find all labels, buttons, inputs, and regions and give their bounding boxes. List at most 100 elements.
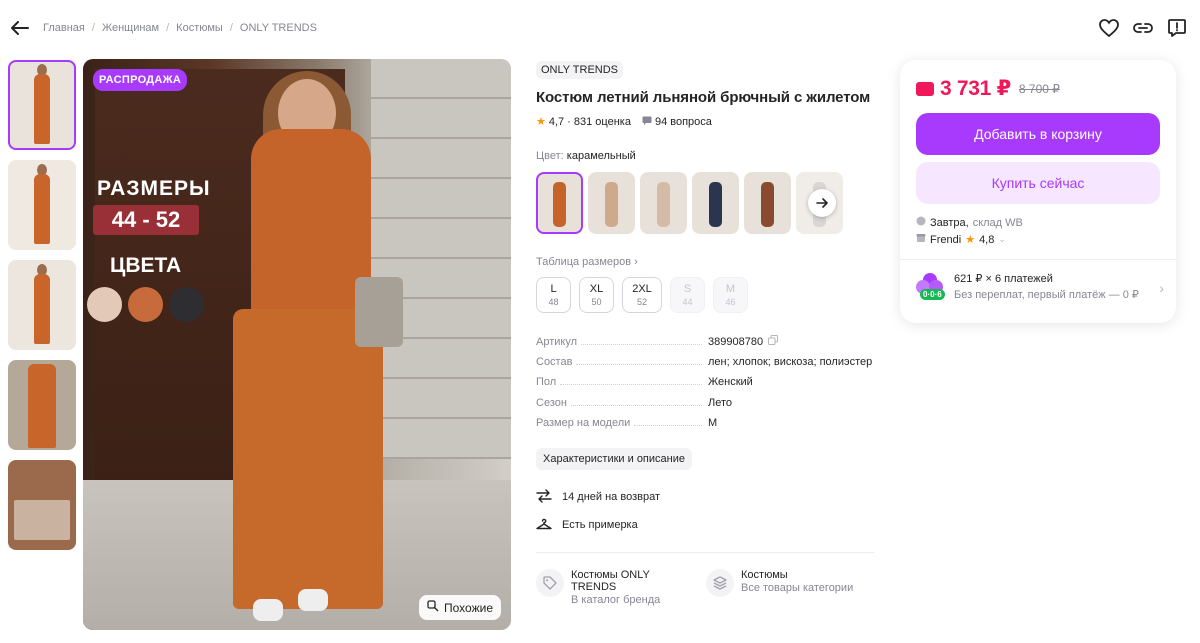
heart-icon[interactable] xyxy=(1098,17,1120,39)
color-value: карамельный xyxy=(566,150,636,162)
model-figure xyxy=(251,129,371,329)
back-arrow-icon[interactable] xyxy=(10,18,30,38)
spec-row: Артикул 389908780 xyxy=(536,335,876,356)
breadcrumb-separator: / xyxy=(166,22,170,34)
spec-list: Артикул 389908780 Состав лен; хлопок; ви… xyxy=(536,335,876,438)
similar-button[interactable]: Похожие xyxy=(419,595,501,620)
chevron-right-icon: › xyxy=(634,256,638,268)
perk-fitting: Есть примерка xyxy=(536,518,876,533)
spec-row: Пол Женский xyxy=(536,376,876,397)
color-variant[interactable] xyxy=(536,172,583,234)
promo-colors-title: ЦВЕТА xyxy=(110,254,182,277)
color-variant[interactable] xyxy=(640,172,687,234)
size-label: XL xyxy=(589,283,604,295)
size-option[interactable]: L 48 xyxy=(536,277,571,313)
size-table-link[interactable]: Таблица размеров › xyxy=(536,256,876,268)
size-ru: 46 xyxy=(725,297,736,307)
rating-row: ★ 4,7 · 831 оценка 94 вопроса xyxy=(536,115,876,129)
size-ru: 44 xyxy=(682,297,693,307)
add-to-cart-button[interactable]: Добавить в корзину xyxy=(916,113,1160,155)
tag-icon xyxy=(536,568,564,597)
chevron-down-icon: ⌄ xyxy=(998,234,1006,244)
color-variant[interactable] xyxy=(744,172,791,234)
top-actions xyxy=(1098,17,1188,39)
model-figure xyxy=(253,599,283,621)
size-option[interactable]: 2XL 52 xyxy=(622,277,662,313)
divider xyxy=(536,551,874,553)
seller-info[interactable]: Frendi ★ 4,8 ⌄ xyxy=(916,233,1160,246)
old-price: 8 700 ₽ xyxy=(1018,81,1060,96)
chevron-right-icon: › xyxy=(1159,280,1164,296)
characteristics-button[interactable]: Характеристики и описание xyxy=(536,447,692,470)
breadcrumb-women[interactable]: Женщинам xyxy=(102,22,159,34)
model-figure xyxy=(355,277,403,347)
category-title: Костюмы xyxy=(741,568,788,581)
installment-icon: 0·0·6 xyxy=(916,272,945,301)
color-label: Цвет: карамельный xyxy=(536,150,876,162)
perk-return: 14 дней на возврат xyxy=(536,488,876,506)
perk-fitting-label: Есть примерка xyxy=(562,519,638,531)
buy-card: 3 731 ₽ 8 700 ₽ Добавить в корзину Купит… xyxy=(900,60,1176,323)
color-variant[interactable] xyxy=(588,172,635,234)
thumbnail-image[interactable] xyxy=(8,260,76,350)
thumbnail-image[interactable] xyxy=(8,460,76,550)
spec-value: M xyxy=(708,417,718,429)
seller-rating: 4,8 xyxy=(979,233,995,246)
layers-icon xyxy=(706,568,734,597)
price-row: 3 731 ₽ 8 700 ₽ xyxy=(916,76,1160,101)
breadcrumb: Главная / Женщинам / Костюмы / ONLY TREN… xyxy=(43,22,317,34)
rating-count[interactable]: · 831 оценка xyxy=(567,116,631,128)
breadcrumb-separator: / xyxy=(229,22,233,34)
brand-catalog-subtitle: В каталог бренда xyxy=(571,593,661,606)
size-option-unavailable[interactable]: S 44 xyxy=(670,277,705,313)
thumbnail-image[interactable] xyxy=(8,60,76,150)
breadcrumb-suits[interactable]: Костюмы xyxy=(176,22,223,34)
installment-offer[interactable]: 0·0·6 621 ₽ × 6 платежей Без переплат, п… xyxy=(916,272,1164,301)
installment-title: 621 ₽ × 6 платежей xyxy=(954,273,1053,285)
similar-label: Похожие xyxy=(444,600,493,615)
thumbnail-image[interactable] xyxy=(8,160,76,250)
category-link[interactable]: Костюмы Все товары категории xyxy=(706,568,864,606)
link-icon[interactable] xyxy=(1132,17,1154,39)
brand-catalog-link[interactable]: Костюмы ONLY TRENDS В каталог бренда xyxy=(536,568,694,606)
chevron-right-icon[interactable] xyxy=(808,189,836,217)
shop-icon xyxy=(916,233,926,246)
spec-value: 389908780 xyxy=(708,336,764,348)
return-arrows-icon xyxy=(536,488,552,506)
brand-chip[interactable]: ONLY TRENDS xyxy=(536,61,624,79)
promo-swatch xyxy=(87,287,122,322)
size-option[interactable]: XL 50 xyxy=(579,277,614,313)
breadcrumb-home[interactable]: Главная xyxy=(43,22,85,34)
questions-icon xyxy=(642,116,652,128)
hanger-icon xyxy=(536,518,552,533)
spec-value: лен; хлопок; вискоза; полиэстер xyxy=(708,355,873,368)
main-product-image[interactable]: РАСПРОДАЖА РАЗМЕРЫ 44 - 52 ЦВЕТА Похожие xyxy=(83,59,511,630)
spec-key: Размер на модели xyxy=(536,417,631,429)
perks-list: 14 дней на возврат Есть примерка xyxy=(536,488,876,533)
category-subtitle: Все товары категории xyxy=(741,581,854,594)
spec-key: Сезон xyxy=(536,396,567,409)
product-title: Костюм летний льняной брючный с жилетом xyxy=(536,89,871,106)
spec-row: Сезон Лето xyxy=(536,397,876,418)
thumbnail-list xyxy=(8,60,76,560)
size-ru: 52 xyxy=(636,297,647,307)
promo-sizes-title: РАЗМЕРЫ xyxy=(97,177,211,200)
questions-count[interactable]: 94 вопроса xyxy=(655,116,712,128)
thumbnail-image[interactable] xyxy=(8,360,76,450)
current-price: 3 731 ₽ xyxy=(940,77,1011,100)
report-icon[interactable] xyxy=(1166,17,1188,39)
size-label: M xyxy=(725,283,736,295)
spec-row: Состав лен; хлопок; вискоза; полиэстер xyxy=(536,356,876,377)
size-option-unavailable[interactable]: M 46 xyxy=(713,277,748,313)
buy-now-button[interactable]: Купить сейчас xyxy=(916,162,1160,204)
color-variant[interactable] xyxy=(692,172,739,234)
breadcrumb-brand[interactable]: ONLY TRENDS xyxy=(240,22,317,34)
delivery-icon xyxy=(916,216,926,229)
spec-value: Женский xyxy=(708,376,753,388)
catalog-links: Костюмы ONLY TRENDS В каталог бренда Кос… xyxy=(536,568,876,606)
copy-icon[interactable] xyxy=(768,335,779,348)
rating-value[interactable]: 4,7 xyxy=(549,116,564,128)
color-label-text: Цвет: xyxy=(536,150,564,162)
warehouse: склад WB xyxy=(972,216,1023,229)
breadcrumb-separator: / xyxy=(91,22,95,34)
